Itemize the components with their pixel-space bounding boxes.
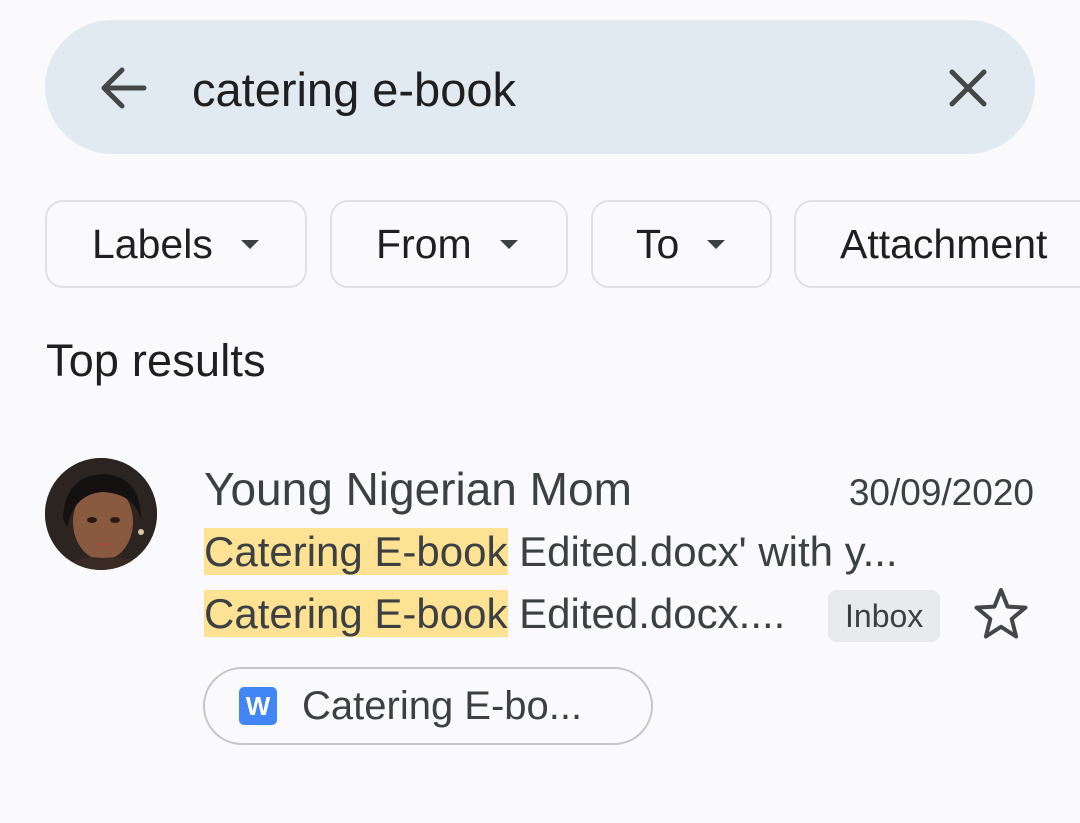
- caret-down-icon: [240, 239, 259, 249]
- subject-text: Edited.docx' with y...: [507, 528, 898, 575]
- sender-name: Young Nigerian Mom: [204, 463, 632, 515]
- star-button[interactable]: [970, 583, 1032, 645]
- section-title: Top results: [46, 335, 266, 386]
- avatar[interactable]: [45, 458, 157, 570]
- search-match-highlight: Catering E-book: [204, 590, 508, 637]
- search-match-highlight: Catering E-book: [204, 528, 508, 575]
- filter-chip-label: To: [636, 220, 680, 267]
- avatar-photo: [45, 458, 157, 570]
- filter-chip-label: Attachment: [840, 220, 1048, 267]
- label-badge-inbox: Inbox: [828, 590, 941, 642]
- filter-chip-attachment[interactable]: Attachment: [794, 200, 1080, 288]
- email-subject: Catering E-book Edited.docx' with y...: [204, 528, 898, 576]
- filter-chip-label: From: [376, 220, 472, 267]
- snippet-text: Edited.docx....: [507, 590, 786, 637]
- back-button[interactable]: [90, 57, 156, 119]
- filter-chip-label: Labels: [92, 220, 213, 267]
- filter-chips-row: Labels From To Attachment: [45, 200, 1080, 292]
- caret-down-icon: [499, 239, 518, 249]
- filter-chip-from[interactable]: From: [330, 200, 568, 288]
- caret-down-icon: [707, 239, 726, 249]
- close-icon: [949, 69, 987, 107]
- word-doc-icon: W: [239, 687, 277, 725]
- search-results-screen: Labels From To Attachment Top results: [0, 0, 1080, 823]
- search-input[interactable]: [192, 56, 892, 122]
- filter-chip-to[interactable]: To: [591, 200, 772, 288]
- email-snippet: Catering E-book Edited.docx....: [204, 590, 785, 638]
- attachment-name: Catering E-bo...: [302, 683, 583, 728]
- filter-chip-labels[interactable]: Labels: [45, 200, 307, 288]
- attachment-chip[interactable]: W Catering E-bo...: [203, 667, 653, 745]
- arrow-back-icon: [101, 67, 147, 109]
- email-date: 30/09/2020: [848, 472, 1034, 513]
- clear-search-button[interactable]: [938, 57, 998, 119]
- email-result-row[interactable]: Young Nigerian Mom 30/09/2020 Catering E…: [0, 440, 1080, 770]
- star-outline-icon: [974, 588, 1028, 639]
